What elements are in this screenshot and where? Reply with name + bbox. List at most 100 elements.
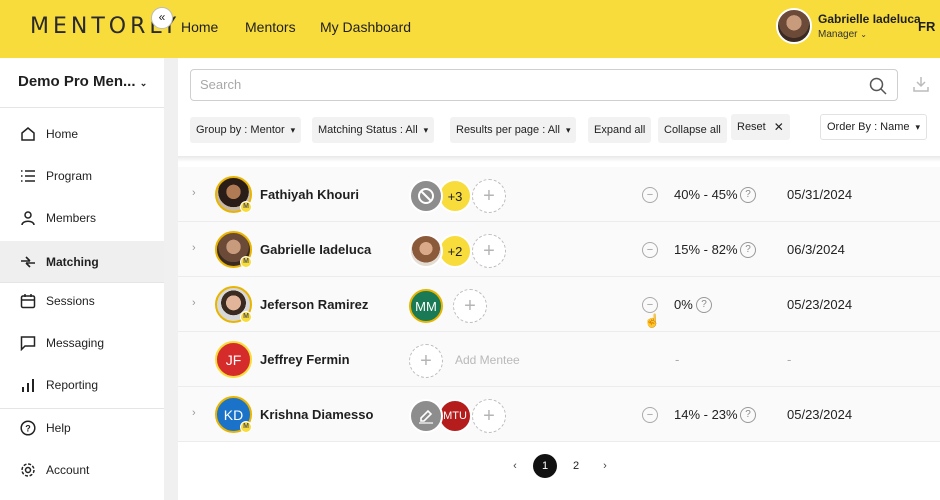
reset-button[interactable]: Reset ✕ [731,114,790,140]
mentee-avatar[interactable] [409,234,443,268]
reset-label: Reset [737,121,766,133]
table-row[interactable]: JF Jeffrey Fermin + Add Mentee - - [178,332,940,387]
more-mentees-badge[interactable]: +2 [438,234,472,268]
add-mentee-label[interactable]: Add Mentee [455,353,520,367]
mentor-name[interactable]: Jeferson Ramirez [260,297,368,312]
user-avatar[interactable] [776,8,812,44]
prev-page-icon[interactable]: ‹ [503,454,527,478]
mentor-badge-icon: M [240,201,252,213]
chevron-right-icon[interactable]: › [192,242,196,254]
group-by-dropdown[interactable]: Group by : Mentor ▾ [190,117,302,143]
match-percentage: 40% - 45% [674,187,738,202]
table-row[interactable]: › M Gabrielle Iadeluca +2 + − 15% - 82% … [178,222,940,277]
sidebar-item-help[interactable]: ? Help [0,409,164,447]
minus-icon[interactable]: − [642,297,658,313]
order-by-dropdown[interactable]: Order By : Name ▾ [820,114,928,140]
mentor-name[interactable]: Jeffrey Fermin [260,352,350,367]
search-box [190,69,898,101]
search-icon[interactable] [869,77,887,100]
person-icon [19,209,37,227]
match-percentage: 15% - 82% [674,242,738,257]
help-icon: ? [19,419,37,437]
sidebar-item-matching[interactable]: Matching [0,241,164,282]
main-content: Group by : Mentor ▾ Matching Status : All… [178,58,940,500]
user-role-dropdown[interactable]: Manager ⌄ [818,29,867,40]
matching-status-dropdown[interactable]: Matching Status : All ▾ [312,117,435,143]
language-toggle[interactable]: FR [918,19,935,34]
plus-icon: + [420,349,432,372]
nav-my-dashboard[interactable]: My Dashboard [320,19,411,35]
chevron-down-icon: ⌄ [139,78,148,88]
mentor-name[interactable]: Gabrielle Iadeluca [260,242,371,257]
add-mentee-button[interactable]: + [453,289,487,323]
add-mentee-button[interactable]: + [472,399,506,433]
help-icon[interactable]: ? [740,187,756,203]
sidebar-item-label: Home [46,127,79,141]
mentee-avatar[interactable] [409,399,443,433]
chevron-down-icon: ▾ [423,124,429,135]
sidebar-item-label: Members [46,211,97,225]
page-button-1[interactable]: 1 [533,454,557,478]
minus-icon[interactable]: − [642,407,658,423]
add-mentee-button[interactable]: + [472,234,506,268]
match-percentage: 14% - 23% [674,407,738,422]
next-page-icon[interactable]: › [593,454,617,478]
nav-home[interactable]: Home [181,19,218,35]
mentee-avatar[interactable]: MTU [438,399,472,433]
home-icon [19,125,37,143]
sidebar-item-home[interactable]: Home [0,115,164,153]
order-by-label: Order By : Name [827,121,910,133]
match-date: 06/3/2024 [787,242,845,257]
chevron-down-icon: ▾ [290,124,296,135]
sidebar: Demo Pro Men... ⌄ Home Program Members M… [0,58,164,500]
sidebar-item-members[interactable]: Members [0,199,164,237]
table-row[interactable]: › M Fathiyah Khouri +3 + − 40% - 45% ? 0… [178,167,940,222]
sidebar-item-account[interactable]: Account [0,451,164,489]
collapse-all-button[interactable]: Collapse all [658,117,727,143]
user-name[interactable]: Gabrielle Iadeluca [818,12,921,26]
cursor-icon: ☝ [644,313,661,328]
edit-icon [419,409,433,424]
collapse-sidebar-button[interactable]: « [151,7,173,29]
mentee-avatar[interactable]: MM [409,289,443,323]
table-row[interactable]: › KD M Krishna Diamesso MTU + − 14% - 23… [178,387,940,442]
nav-mentors[interactable]: Mentors [245,19,296,35]
match-date: 05/23/2024 [787,407,853,422]
mentor-name[interactable]: Fathiyah Khouri [260,187,359,202]
add-mentee-button[interactable]: + [472,179,506,213]
help-icon[interactable]: ? [696,297,712,313]
mentee-avatar[interactable] [409,179,443,213]
expand-all-button[interactable]: Expand all [588,117,652,143]
help-icon[interactable]: ? [740,242,756,258]
plus-icon: + [483,239,495,262]
user-role: Manager [818,29,858,40]
page-button-2[interactable]: 2 [564,454,588,478]
chevron-right-icon[interactable]: › [192,187,196,199]
org-selector[interactable]: Demo Pro Men... ⌄ [18,73,147,90]
chevron-right-icon[interactable]: › [192,407,196,419]
calendar-icon [19,292,37,310]
download-icon[interactable] [913,76,929,97]
more-mentees-badge[interactable]: +3 [438,179,472,213]
sidebar-item-label: Account [46,463,90,477]
search-input[interactable] [200,77,800,92]
chevron-down-icon: ▾ [565,124,571,135]
table-row[interactable]: › M Jeferson Ramirez MM + − 0% ? 05/23/2… [178,277,940,332]
chevron-right-icon[interactable]: › [192,297,196,309]
match-date: 05/23/2024 [787,297,853,312]
sidebar-item-label: Sessions [46,294,95,308]
minus-icon[interactable]: − [642,242,658,258]
results-per-page-dropdown[interactable]: Results per page : All ▾ [450,117,577,143]
add-mentee-button[interactable]: + [409,344,443,378]
sidebar-item-program[interactable]: Program [0,157,164,195]
sidebar-item-reporting[interactable]: Reporting [0,366,164,404]
blocked-icon [418,188,434,204]
sidebar-item-messaging[interactable]: Messaging [0,324,164,362]
help-icon[interactable]: ? [740,407,756,423]
divider [0,107,164,108]
mentor-name[interactable]: Krishna Diamesso [260,407,373,422]
list-icon [19,167,37,185]
minus-icon[interactable]: − [642,187,658,203]
sidebar-item-sessions[interactable]: Sessions [0,282,164,320]
match-date: 05/31/2024 [787,187,853,202]
